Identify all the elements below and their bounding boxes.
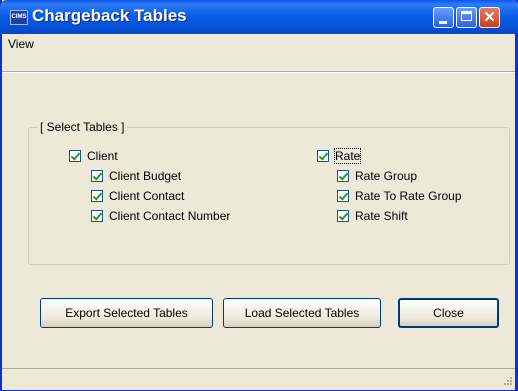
menu-bar: View bbox=[2, 34, 515, 54]
checkbox-checked-icon bbox=[69, 150, 81, 162]
window-title: Chargeback Tables bbox=[32, 6, 187, 25]
close-icon: ✕ bbox=[483, 9, 496, 26]
app-icon: CIMS bbox=[10, 10, 28, 25]
checkbox-label: Client Contact Number bbox=[109, 209, 231, 223]
maximize-icon bbox=[461, 11, 472, 21]
checkbox-checked-icon bbox=[91, 210, 103, 222]
checkbox-checked-icon bbox=[91, 190, 103, 202]
checkbox-label: Client Contact bbox=[109, 189, 185, 203]
maximize-button[interactable] bbox=[456, 7, 477, 28]
checkbox-label: Client bbox=[87, 149, 118, 163]
status-bar bbox=[2, 368, 515, 390]
checkbox-label: Client Budget bbox=[109, 169, 182, 183]
minimize-button[interactable] bbox=[433, 7, 454, 28]
checkbox-checked-icon bbox=[91, 170, 103, 182]
checkbox-label: Rate Group bbox=[355, 169, 418, 183]
close-button[interactable]: Close bbox=[398, 298, 499, 328]
load-selected-tables-button[interactable]: Load Selected Tables bbox=[223, 298, 381, 328]
checkbox-checked-icon bbox=[337, 170, 349, 182]
menu-separator bbox=[2, 71, 515, 73]
group-legend: [ Select Tables ] bbox=[38, 120, 127, 134]
resize-grip-icon[interactable] bbox=[501, 376, 513, 388]
minimize-icon bbox=[439, 21, 447, 24]
checkbox-label: Rate Shift bbox=[355, 209, 408, 223]
chargeback-tables-window: CIMS Chargeback Tables ✕ View [ Select T… bbox=[0, 0, 518, 391]
checkbox-checked-icon bbox=[317, 150, 329, 162]
checkbox-checked-icon bbox=[337, 210, 349, 222]
checkbox-checked-icon bbox=[337, 190, 349, 202]
checkbox-label: Rate bbox=[333, 148, 362, 164]
title-bar[interactable]: CIMS Chargeback Tables ✕ bbox=[0, 0, 518, 34]
menu-view[interactable]: View bbox=[8, 37, 34, 51]
checkbox-label: Rate To Rate Group bbox=[355, 189, 462, 203]
select-tables-group: [ Select Tables ] Client Client Budget C… bbox=[28, 120, 510, 265]
close-window-button[interactable]: ✕ bbox=[479, 7, 500, 28]
export-selected-tables-button[interactable]: Export Selected Tables bbox=[40, 298, 213, 328]
